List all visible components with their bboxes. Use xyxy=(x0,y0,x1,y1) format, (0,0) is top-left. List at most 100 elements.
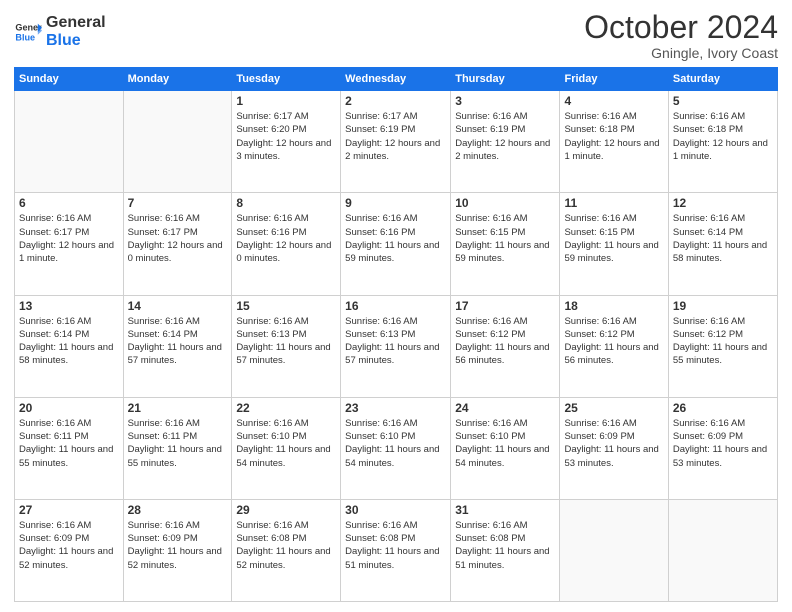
day-info: Sunrise: 6:16 AMSunset: 6:09 PMDaylight:… xyxy=(128,519,228,572)
day-info: Sunrise: 6:16 AMSunset: 6:13 PMDaylight:… xyxy=(345,315,446,368)
day-number: 5 xyxy=(673,94,773,108)
day-info: Sunrise: 6:16 AMSunset: 6:08 PMDaylight:… xyxy=(455,519,555,572)
logo-line2: Blue xyxy=(46,32,106,50)
calendar-cell: 8Sunrise: 6:16 AMSunset: 6:16 PMDaylight… xyxy=(232,193,341,295)
day-number: 26 xyxy=(673,401,773,415)
calendar-cell: 18Sunrise: 6:16 AMSunset: 6:12 PMDayligh… xyxy=(560,295,668,397)
calendar-cell: 20 Sunrise: 6:16 AMSunset: 6:11 PMDayligh… xyxy=(15,397,124,499)
title-block: October 2024 Gningle, Ivory Coast xyxy=(584,10,778,61)
day-info: Sunrise: 6:16 AMSunset: 6:08 PMDaylight:… xyxy=(345,519,446,572)
calendar-cell: 1Sunrise: 6:17 AMSunset: 6:20 PMDaylight… xyxy=(232,91,341,193)
calendar-cell xyxy=(560,499,668,601)
calendar-header-tuesday: Tuesday xyxy=(232,68,341,91)
calendar-cell: 19 Sunrise: 6:16 AMSunset: 6:12 PMDayligh… xyxy=(668,295,777,397)
page-subtitle: Gningle, Ivory Coast xyxy=(584,45,778,61)
day-number: 4 xyxy=(564,94,663,108)
day-number: 21 xyxy=(128,401,228,415)
day-info: Sunrise: 6:17 AMSunset: 6:19 PMDaylight:… xyxy=(345,110,446,163)
day-number: 16 xyxy=(345,299,446,313)
day-number: 12 xyxy=(673,196,773,210)
day-number: 3 xyxy=(455,94,555,108)
day-info: Sunrise: 6:16 AMSunset: 6:09 PMDaylight:… xyxy=(564,417,663,470)
day-info: Sunrise: 6:16 AMSunset: 6:12 PMDaylight:… xyxy=(564,315,663,368)
day-info: Sunrise: 6:16 AMSunset: 6:17 PMDaylight:… xyxy=(19,212,119,265)
page: General Blue General Blue October 2024 G… xyxy=(0,0,792,612)
calendar-cell: 24 Sunrise: 6:16 AMSunset: 6:10 PMDayligh… xyxy=(451,397,560,499)
day-number: 14 xyxy=(128,299,228,313)
calendar-cell: 10Sunrise: 6:16 AMSunset: 6:15 PMDayligh… xyxy=(451,193,560,295)
calendar-cell: 7Sunrise: 6:16 AMSunset: 6:17 PMDaylight… xyxy=(123,193,232,295)
calendar-header-row: SundayMondayTuesdayWednesdayThursdayFrid… xyxy=(15,68,778,91)
day-number: 15 xyxy=(236,299,336,313)
svg-text:Blue: Blue xyxy=(15,32,35,42)
calendar-cell: 5 Sunrise: 6:16 AMSunset: 6:18 PMDaylight… xyxy=(668,91,777,193)
calendar-cell: 28 Sunrise: 6:16 AMSunset: 6:09 PMDayligh… xyxy=(123,499,232,601)
day-info: Sunrise: 6:16 AMSunset: 6:17 PMDaylight:… xyxy=(128,212,228,265)
day-number: 17 xyxy=(455,299,555,313)
calendar-cell: 9 Sunrise: 6:16 AMSunset: 6:16 PMDaylight… xyxy=(341,193,451,295)
day-info: Sunrise: 6:16 AMSunset: 6:12 PMDaylight:… xyxy=(673,315,773,368)
day-number: 2 xyxy=(345,94,446,108)
day-info: Sunrise: 6:16 AMSunset: 6:10 PMDaylight:… xyxy=(455,417,555,470)
day-info: Sunrise: 6:16 AMSunset: 6:08 PMDaylight:… xyxy=(236,519,336,572)
day-number: 27 xyxy=(19,503,119,517)
day-info: Sunrise: 6:16 AMSunset: 6:13 PMDaylight:… xyxy=(236,315,336,368)
day-info: Sunrise: 6:16 AMSunset: 6:10 PMDaylight:… xyxy=(236,417,336,470)
calendar-cell: 29 Sunrise: 6:16 AMSunset: 6:08 PMDayligh… xyxy=(232,499,341,601)
day-info: Sunrise: 6:16 AMSunset: 6:18 PMDaylight:… xyxy=(673,110,773,163)
calendar-cell: 30 Sunrise: 6:16 AMSunset: 6:08 PMDayligh… xyxy=(341,499,451,601)
day-number: 29 xyxy=(236,503,336,517)
calendar-cell: 13 Sunrise: 6:16 AMSunset: 6:14 PMDayligh… xyxy=(15,295,124,397)
day-info: Sunrise: 6:17 AMSunset: 6:20 PMDaylight:… xyxy=(236,110,336,163)
calendar-cell: 15 Sunrise: 6:16 AMSunset: 6:13 PMDayligh… xyxy=(232,295,341,397)
calendar-cell: 14 Sunrise: 6:16 AMSunset: 6:14 PMDayligh… xyxy=(123,295,232,397)
calendar-cell: 26 Sunrise: 6:16 AMSunset: 6:09 PMDayligh… xyxy=(668,397,777,499)
day-number: 6 xyxy=(19,196,119,210)
calendar-header-friday: Friday xyxy=(560,68,668,91)
day-info: Sunrise: 6:16 AMSunset: 6:18 PMDaylight:… xyxy=(564,110,663,163)
day-info: Sunrise: 6:16 AMSunset: 6:09 PMDaylight:… xyxy=(19,519,119,572)
calendar-header-sunday: Sunday xyxy=(15,68,124,91)
logo-line1: General xyxy=(46,14,106,32)
page-title: October 2024 xyxy=(584,10,778,45)
calendar-cell: 11Sunrise: 6:16 AMSunset: 6:15 PMDayligh… xyxy=(560,193,668,295)
calendar-cell: 16 Sunrise: 6:16 AMSunset: 6:13 PMDayligh… xyxy=(341,295,451,397)
calendar-cell: 31 Sunrise: 6:16 AMSunset: 6:08 PMDayligh… xyxy=(451,499,560,601)
day-number: 28 xyxy=(128,503,228,517)
day-info: Sunrise: 6:16 AMSunset: 6:09 PMDaylight:… xyxy=(673,417,773,470)
day-number: 31 xyxy=(455,503,555,517)
calendar-cell: 22Sunrise: 6:16 AMSunset: 6:10 PMDayligh… xyxy=(232,397,341,499)
calendar-cell: 2 Sunrise: 6:17 AMSunset: 6:19 PMDaylight… xyxy=(341,91,451,193)
day-info: Sunrise: 6:16 AMSunset: 6:12 PMDaylight:… xyxy=(455,315,555,368)
calendar-header-thursday: Thursday xyxy=(451,68,560,91)
calendar-cell: 3Sunrise: 6:16 AMSunset: 6:19 PMDaylight… xyxy=(451,91,560,193)
day-info: Sunrise: 6:16 AMSunset: 6:16 PMDaylight:… xyxy=(345,212,446,265)
calendar-header-wednesday: Wednesday xyxy=(341,68,451,91)
day-info: Sunrise: 6:16 AMSunset: 6:14 PMDaylight:… xyxy=(128,315,228,368)
day-number: 9 xyxy=(345,196,446,210)
day-number: 10 xyxy=(455,196,555,210)
day-info: Sunrise: 6:16 AMSunset: 6:14 PMDaylight:… xyxy=(19,315,119,368)
day-number: 11 xyxy=(564,196,663,210)
calendar-week-row: 20 Sunrise: 6:16 AMSunset: 6:11 PMDayligh… xyxy=(15,397,778,499)
day-number: 30 xyxy=(345,503,446,517)
calendar-cell: 25 Sunrise: 6:16 AMSunset: 6:09 PMDayligh… xyxy=(560,397,668,499)
calendar-cell xyxy=(15,91,124,193)
calendar-week-row: 6 Sunrise: 6:16 AMSunset: 6:17 PMDaylight… xyxy=(15,193,778,295)
calendar-week-row: 13 Sunrise: 6:16 AMSunset: 6:14 PMDayligh… xyxy=(15,295,778,397)
calendar-cell: 23Sunrise: 6:16 AMSunset: 6:10 PMDayligh… xyxy=(341,397,451,499)
calendar-cell xyxy=(123,91,232,193)
day-number: 20 xyxy=(19,401,119,415)
day-number: 25 xyxy=(564,401,663,415)
calendar-table: SundayMondayTuesdayWednesdayThursdayFrid… xyxy=(14,67,778,602)
day-number: 8 xyxy=(236,196,336,210)
day-number: 23 xyxy=(345,401,446,415)
calendar-header-saturday: Saturday xyxy=(668,68,777,91)
day-number: 19 xyxy=(673,299,773,313)
day-number: 24 xyxy=(455,401,555,415)
calendar-cell: 12Sunrise: 6:16 AMSunset: 6:14 PMDayligh… xyxy=(668,193,777,295)
day-info: Sunrise: 6:16 AMSunset: 6:11 PMDaylight:… xyxy=(128,417,228,470)
day-info: Sunrise: 6:16 AMSunset: 6:11 PMDaylight:… xyxy=(19,417,119,470)
day-number: 13 xyxy=(19,299,119,313)
calendar-cell xyxy=(668,499,777,601)
